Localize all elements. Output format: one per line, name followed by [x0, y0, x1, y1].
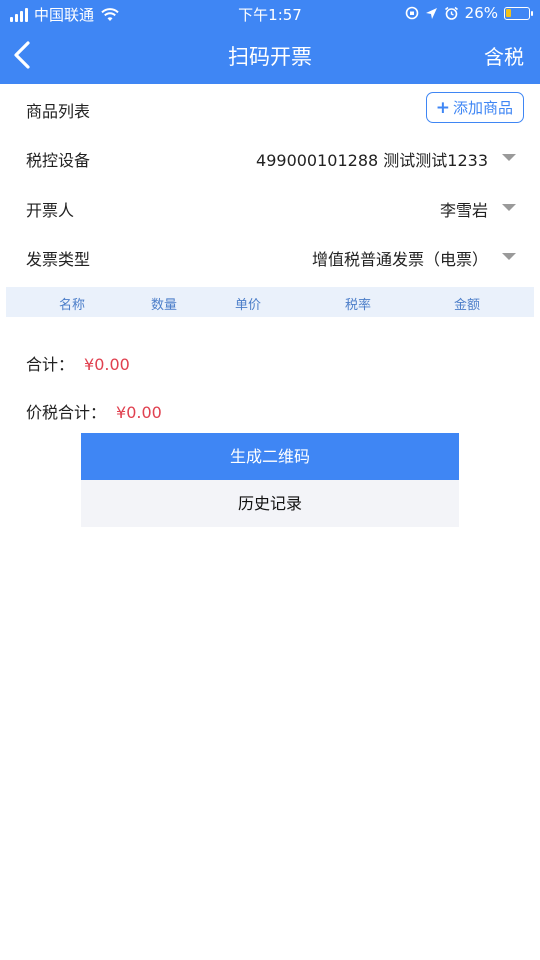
column-name: 名称	[59, 298, 86, 313]
column-unit-price: 单价	[235, 298, 262, 313]
column-amount: 金额	[454, 298, 481, 313]
dropdown-arrow-icon	[502, 154, 516, 161]
status-right: 26%	[405, 4, 533, 22]
total-amount: ¥0.00	[84, 355, 130, 374]
battery-fill	[506, 8, 511, 17]
tax-device-row[interactable]: 税控设备 499000101288 测试测试1233	[0, 133, 540, 181]
column-tax-rate: 税率	[345, 298, 372, 313]
tax-device-value: 499000101288 测试测试1233	[256, 151, 488, 170]
nav-bar: 扫码开票 含税	[0, 28, 540, 84]
tax-total-label: 价税合计：	[26, 403, 107, 422]
invoice-type-label: 发票类型	[26, 250, 91, 269]
plus-icon: +	[435, 97, 450, 118]
drawer-label: 开票人	[26, 201, 75, 220]
dropdown-arrow-icon	[502, 204, 516, 211]
header: 中国联通 下午1:57 26% 扫码开票 含税	[0, 0, 540, 84]
generate-qr-button[interactable]: 生成二维码	[81, 433, 459, 480]
add-goods-label: 添加商品	[452, 98, 513, 117]
tax-device-label: 税控设备	[26, 151, 91, 170]
dropdown-arrow-icon	[502, 253, 516, 260]
page-title: 扫码开票	[228, 45, 312, 69]
goods-table-header: 名称 数量 单价 税率 金额	[6, 287, 534, 317]
rotation-lock-icon	[405, 6, 418, 20]
add-goods-button[interactable]: + 添加商品	[425, 92, 524, 123]
alarm-icon	[444, 6, 458, 20]
battery-percent: 26%	[464, 4, 498, 22]
invoice-type-row[interactable]: 发票类型 增值税普通发票（电票）	[0, 232, 540, 280]
goods-list-row: 商品列表 + 添加商品	[0, 84, 540, 132]
tax-total-line: 价税合计： ¥0.00	[26, 399, 162, 423]
status-bar: 中国联通 下午1:57 26%	[0, 0, 540, 28]
total-line: 合计： ¥0.00	[26, 351, 130, 375]
goods-list-label: 商品列表	[26, 102, 91, 121]
tax-total-amount: ¥0.00	[116, 403, 162, 422]
total-label: 合计：	[26, 355, 75, 374]
history-button[interactable]: 历史记录	[81, 480, 459, 527]
column-quantity: 数量	[151, 298, 178, 313]
location-icon	[425, 7, 437, 19]
battery-icon	[504, 6, 533, 20]
drawer-value: 李雪岩	[439, 201, 488, 220]
drawer-row[interactable]: 开票人 李雪岩	[0, 183, 540, 231]
tax-included-button[interactable]: 含税	[484, 41, 524, 70]
invoice-type-value: 增值税普通发票（电票）	[311, 250, 488, 269]
